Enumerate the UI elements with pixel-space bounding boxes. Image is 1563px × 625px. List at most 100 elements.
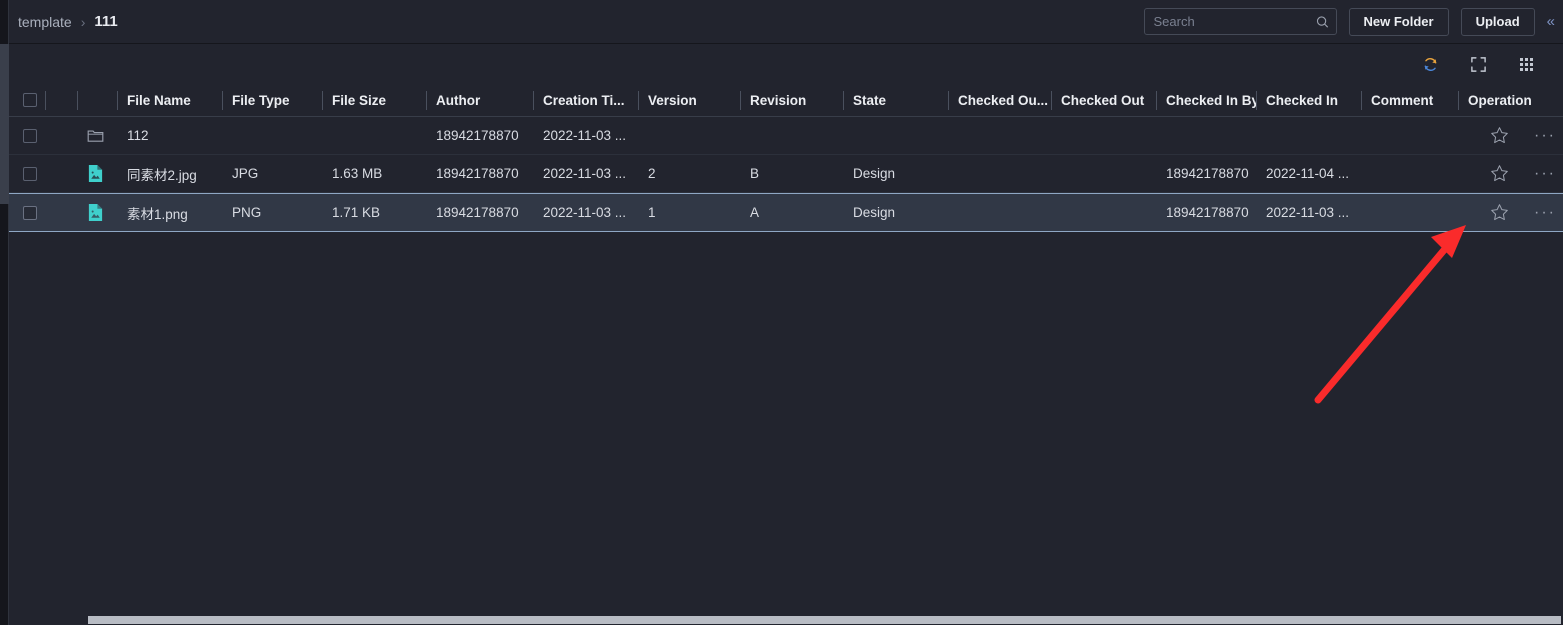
cell-creation-time: 2022-11-03 ... xyxy=(543,166,627,181)
folder-icon xyxy=(77,117,117,154)
sidebar-resize-handle[interactable] xyxy=(0,44,9,204)
cell-checked-in xyxy=(1256,117,1361,154)
cell-revision xyxy=(740,117,843,154)
cell-creation-time: 2022-11-03 ... xyxy=(543,128,627,143)
cell-state: Design xyxy=(853,205,896,220)
cell-checked-in-by: 18942178870 xyxy=(1166,166,1249,181)
cell-checked-out-x xyxy=(948,155,1051,192)
header-bar: template › 111 New Folder Upload « xyxy=(9,0,1563,44)
fullscreen-icon[interactable] xyxy=(1465,53,1491,75)
column-header-author[interactable]: Author xyxy=(426,84,533,117)
table-header-row: File Name File Type File Size Author Cre… xyxy=(9,84,1563,117)
grid-view-glyph xyxy=(1519,57,1533,71)
cell-creation-time: 2022-11-03 ... xyxy=(543,205,627,220)
row-checkbox[interactable] xyxy=(23,128,37,143)
cell-version: 1 xyxy=(648,205,656,220)
row-checkbox[interactable] xyxy=(23,166,37,181)
cell-file-size xyxy=(322,117,426,154)
more-actions-icon[interactable]: ··· xyxy=(1528,119,1562,153)
cell-file-name: 同素材2.jpg xyxy=(127,167,197,183)
cell-checked-out-x xyxy=(948,117,1051,154)
breadcrumb-root[interactable]: template xyxy=(18,14,72,30)
cell-state: Design xyxy=(853,166,896,181)
cell-comment xyxy=(1361,117,1458,154)
cell-file-type: JPG xyxy=(232,166,259,181)
file-browser-window: template › 111 New Folder Upload « xyxy=(0,0,1563,625)
grid-view-icon[interactable] xyxy=(1513,53,1539,75)
column-header-file-type[interactable]: File Type xyxy=(222,84,322,117)
header-actions: New Folder Upload « xyxy=(1143,7,1563,36)
more-actions-icon[interactable]: ··· xyxy=(1528,196,1562,230)
image-file-icon xyxy=(77,194,117,231)
column-header-checked-in[interactable]: Checked In xyxy=(1256,84,1361,117)
cell-revision: B xyxy=(750,166,760,181)
cell-checked-in-by xyxy=(1156,117,1256,154)
search-input[interactable] xyxy=(1144,9,1336,34)
table-row[interactable]: 112 18942178870 2022-11-03 ... ··· xyxy=(9,117,1563,155)
column-header-creation-time[interactable]: Creation Ti... xyxy=(533,84,638,117)
cell-operation: ··· xyxy=(1458,194,1563,231)
column-header-icon xyxy=(77,84,117,117)
chevron-right-icon: › xyxy=(80,13,86,30)
cell-file-size: 1.63 MB xyxy=(332,166,383,181)
column-header-blank-1 xyxy=(45,84,77,117)
column-header-state[interactable]: State xyxy=(843,84,948,117)
row-select-cell xyxy=(9,155,45,192)
star-icon[interactable] xyxy=(1482,196,1516,230)
cell-file-size: 1.71 KB xyxy=(332,205,381,220)
cell-version xyxy=(638,117,740,154)
cell-state xyxy=(843,117,948,154)
star-icon[interactable] xyxy=(1482,119,1516,153)
column-header-checked-in-by[interactable]: Checked In By xyxy=(1156,84,1256,117)
cell-comment xyxy=(1361,155,1458,192)
cell-checked-out-x xyxy=(948,194,1051,231)
cell-checked-in: 2022-11-04 ... xyxy=(1266,166,1350,181)
new-folder-button[interactable]: New Folder xyxy=(1348,7,1449,36)
column-header-checked-out[interactable]: Checked Out xyxy=(1051,84,1156,117)
upload-button[interactable]: Upload xyxy=(1460,7,1535,36)
column-header-checked-out-x[interactable]: Checked Ou... xyxy=(948,84,1051,117)
breadcrumb-current: 111 xyxy=(94,13,118,30)
collapse-panel-icon[interactable]: « xyxy=(1547,14,1555,29)
cell-checked-in-by: 18942178870 xyxy=(1166,205,1249,220)
cell-file-type xyxy=(222,117,322,154)
column-header-comment[interactable]: Comment xyxy=(1361,84,1458,117)
left-rail xyxy=(0,0,9,625)
view-toolbar xyxy=(9,44,1563,84)
cell-file-name: 112 xyxy=(127,128,149,143)
row-blank-cell xyxy=(45,117,77,154)
column-header-file-size[interactable]: File Size xyxy=(322,84,426,117)
column-header-operation[interactable]: Operation xyxy=(1458,84,1563,117)
cell-version: 2 xyxy=(648,166,656,181)
column-header-file-name[interactable]: File Name xyxy=(117,84,222,117)
row-select-cell xyxy=(9,194,45,231)
cell-operation: ··· xyxy=(1458,117,1563,154)
select-all-checkbox[interactable] xyxy=(23,93,37,107)
column-header-version[interactable]: Version xyxy=(638,84,740,117)
cell-file-type: PNG xyxy=(232,205,262,220)
cell-checked-out xyxy=(1051,194,1156,231)
row-select-cell xyxy=(9,117,45,154)
cell-checked-out xyxy=(1051,117,1156,154)
row-checkbox[interactable] xyxy=(23,205,37,220)
image-file-icon xyxy=(77,155,117,192)
cell-file-name: 素材1.png xyxy=(127,206,188,222)
horizontal-scrollbar-track[interactable] xyxy=(9,613,1563,625)
row-blank-cell xyxy=(45,155,77,192)
column-header-revision[interactable]: Revision xyxy=(740,84,843,117)
refresh-icon[interactable] xyxy=(1417,53,1443,75)
select-all-header xyxy=(9,84,45,117)
star-icon[interactable] xyxy=(1482,157,1516,191)
table-row[interactable]: 素材1.png PNG 1.71 KB 18942178870 2022-11-… xyxy=(9,193,1563,232)
table-row[interactable]: 同素材2.jpg JPG 1.63 MB 18942178870 2022-11… xyxy=(9,155,1563,193)
cell-checked-in: 2022-11-03 ... xyxy=(1266,205,1350,220)
more-actions-icon[interactable]: ··· xyxy=(1528,157,1562,191)
search-box[interactable] xyxy=(1143,8,1337,35)
cell-author: 18942178870 xyxy=(436,166,519,181)
cell-checked-out xyxy=(1051,155,1156,192)
search-icon xyxy=(1316,15,1329,28)
cell-author: 18942178870 xyxy=(436,205,519,220)
horizontal-scrollbar-thumb[interactable] xyxy=(88,616,1561,624)
row-blank-cell xyxy=(45,194,77,231)
cell-revision: A xyxy=(750,205,760,220)
